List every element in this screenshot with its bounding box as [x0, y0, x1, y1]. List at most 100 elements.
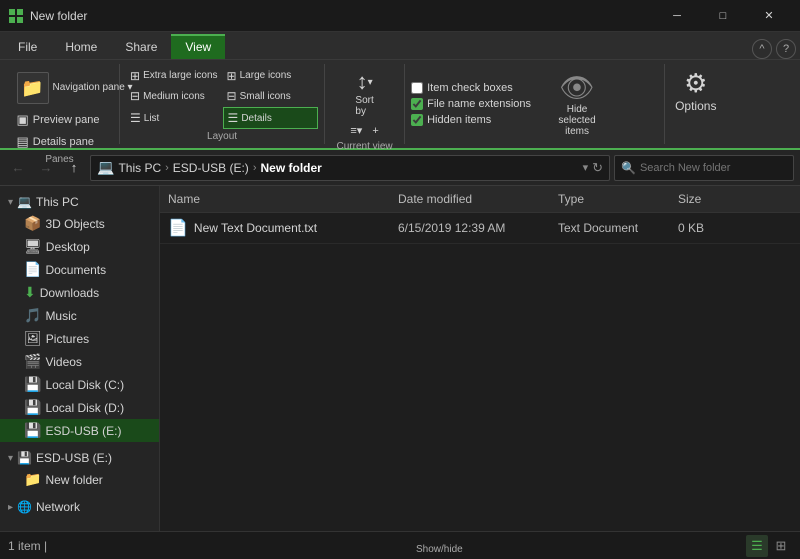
column-type[interactable]: Type	[550, 190, 670, 208]
file-size-cell: 0 KB	[670, 219, 750, 237]
ribbon-tab-right: ^ ?	[752, 39, 800, 59]
network-label: Network	[36, 500, 80, 514]
local-c-label: Local Disk (C:)	[45, 378, 124, 392]
details-pane-button[interactable]: ▤ Details pane	[13, 132, 98, 152]
path-icon: 💻	[97, 159, 114, 176]
large-icons-button[interactable]: ⊞ Large icons	[223, 66, 319, 86]
sidebar-documents[interactable]: 📄 Documents	[0, 258, 159, 281]
sidebar-videos[interactable]: 🎬 Videos	[0, 350, 159, 373]
navigation-pane-button[interactable]: 📁 Navigation pane ▾	[13, 70, 107, 106]
small-icons-button[interactable]: ⊟ Small icons	[223, 87, 319, 107]
title-bar: New folder ─ □ ✕	[0, 0, 800, 32]
hidden-items-toggle[interactable]: Hidden items	[411, 113, 531, 127]
path-dropdown-icon[interactable]: ▾	[583, 161, 589, 174]
hide-selected-icon: 👁	[559, 71, 595, 104]
table-row[interactable]: 📄 New Text Document.txt 6/15/2019 12:39 …	[160, 213, 800, 244]
item-checkboxes-toggle[interactable]: Item check boxes	[411, 81, 531, 95]
path-refresh-icon[interactable]: ↻	[592, 160, 603, 176]
details-label: Details	[241, 113, 272, 124]
file-icon: 📄	[168, 218, 188, 238]
sort-by-button[interactable]: ↕ ▾ Sortby	[347, 66, 381, 120]
address-path[interactable]: 💻 This PC › ESD-USB (E:) › New folder ▾ …	[90, 155, 610, 181]
options-button[interactable]: ⚙ Options	[665, 64, 726, 144]
sidebar-local-c[interactable]: 💾 Local Disk (C:)	[0, 373, 159, 396]
item-checkboxes-checkbox[interactable]	[411, 82, 423, 94]
new-folder-label: New folder	[45, 473, 102, 487]
search-box[interactable]: 🔍	[614, 155, 794, 181]
file-name-extensions-checkbox[interactable]	[411, 98, 423, 110]
sidebar-desktop[interactable]: 🖥 Desktop	[0, 235, 159, 258]
column-size[interactable]: Size	[670, 190, 750, 208]
close-button[interactable]: ✕	[746, 0, 792, 32]
status-count: 1 item |	[8, 539, 738, 553]
esd-usb-e-label: ESD-USB (E:)	[45, 424, 121, 438]
view-extra-buttons: ≡▾ +	[346, 122, 382, 139]
sidebar-network-section[interactable]: ▸ 🌐 Network	[0, 495, 159, 517]
minimize-button[interactable]: ─	[654, 0, 700, 32]
preview-pane-button[interactable]: ▣ Preview pane	[13, 110, 104, 130]
sidebar-downloads[interactable]: ⬇ Downloads	[0, 281, 159, 304]
collapse-ribbon-button[interactable]: ^	[752, 39, 772, 59]
address-bar: ← → ↑ 💻 This PC › ESD-USB (E:) › New fol…	[0, 150, 800, 186]
column-date[interactable]: Date modified	[390, 190, 550, 208]
file-name: New Text Document.txt	[194, 221, 317, 235]
up-button[interactable]: ↑	[62, 156, 86, 180]
view-toggle: ☰ ⊞	[746, 535, 792, 557]
window-title: New folder	[30, 9, 654, 23]
tab-home[interactable]: Home	[51, 35, 111, 59]
ribbon: 📁 Navigation pane ▾ ▣ Preview pane ▤ Det…	[0, 60, 800, 150]
hidden-items-checkbox[interactable]	[411, 114, 423, 126]
file-date-cell: 6/15/2019 12:39 AM	[390, 219, 550, 237]
preview-pane-label: Preview pane	[33, 114, 100, 126]
path-sep-1: ›	[165, 162, 169, 174]
group-by-button[interactable]: ≡▾	[346, 122, 366, 139]
tab-view[interactable]: View	[171, 34, 225, 59]
path-new-folder[interactable]: New folder	[260, 161, 321, 175]
sidebar-3d-objects[interactable]: 📦 3D Objects	[0, 212, 159, 235]
sidebar-this-pc-header[interactable]: ▾ 💻 This PC	[0, 190, 159, 212]
hide-selected-items-button[interactable]: 👁 Hide selecteditems	[539, 66, 615, 142]
sidebar-pictures[interactable]: 🖼 Pictures	[0, 327, 159, 350]
tab-share[interactable]: Share	[111, 35, 171, 59]
window-icon	[8, 8, 24, 24]
path-this-pc[interactable]: This PC	[118, 161, 161, 175]
ribbon-group-layout: ⊞ Extra large icons ⊞ Large icons ⊟ Medi…	[120, 64, 325, 144]
status-bar: 1 item | ☰ ⊞	[0, 531, 800, 559]
sidebar-esd-usb-section[interactable]: ▾ 💾 ESD-USB (E:)	[0, 446, 159, 468]
details-view-button[interactable]: ☰	[746, 535, 768, 557]
sidebar-new-folder[interactable]: 📁 New folder	[0, 468, 159, 491]
path-esd-usb[interactable]: ESD-USB (E:)	[173, 161, 249, 175]
pictures-label: Pictures	[46, 332, 89, 346]
maximize-button[interactable]: □	[700, 0, 746, 32]
network-arrow-icon: ▸	[8, 502, 13, 513]
window-controls: ─ □ ✕	[654, 0, 792, 32]
medium-label: Medium icons	[143, 91, 205, 102]
file-type-cell: Text Document	[550, 219, 670, 237]
details-button[interactable]: ☰ Details	[223, 107, 319, 129]
local-d-label: Local Disk (D:)	[45, 401, 124, 415]
column-name[interactable]: Name	[160, 190, 390, 208]
ribbon-group-panes: 📁 Navigation pane ▾ ▣ Preview pane ▤ Det…	[0, 64, 120, 144]
sidebar: ▾ 💻 This PC 📦 3D Objects 🖥 Desktop 📄 Doc…	[0, 186, 160, 531]
sidebar-music[interactable]: 🎵 Music	[0, 304, 159, 327]
search-input[interactable]	[640, 162, 787, 174]
extra-large-icons-button[interactable]: ⊞ Extra large icons	[126, 66, 222, 86]
search-icon: 🔍	[621, 161, 636, 175]
tab-file[interactable]: File	[4, 35, 51, 59]
options-label: Options	[675, 99, 716, 113]
add-columns-button[interactable]: +	[368, 122, 382, 139]
file-name-cell: 📄 New Text Document.txt	[160, 216, 390, 240]
sidebar-esd-usb-e[interactable]: 💾 ESD-USB (E:)	[0, 419, 159, 442]
tiles-view-button[interactable]: ⊞	[770, 535, 792, 557]
file-name-extensions-toggle[interactable]: File name extensions	[411, 97, 531, 111]
back-button[interactable]: ←	[6, 156, 30, 180]
help-button[interactable]: ?	[776, 39, 796, 59]
list-button[interactable]: ☰ List	[126, 107, 222, 129]
network-icon: 🌐	[17, 500, 32, 514]
hidden-items-label: Hidden items	[427, 114, 491, 126]
this-pc-icon: 💻	[17, 195, 32, 209]
forward-button[interactable]: →	[34, 156, 58, 180]
sidebar-local-d[interactable]: 💾 Local Disk (D:)	[0, 396, 159, 419]
details-icon: ☰	[228, 111, 239, 125]
medium-icons-button[interactable]: ⊟ Medium icons	[126, 87, 222, 107]
